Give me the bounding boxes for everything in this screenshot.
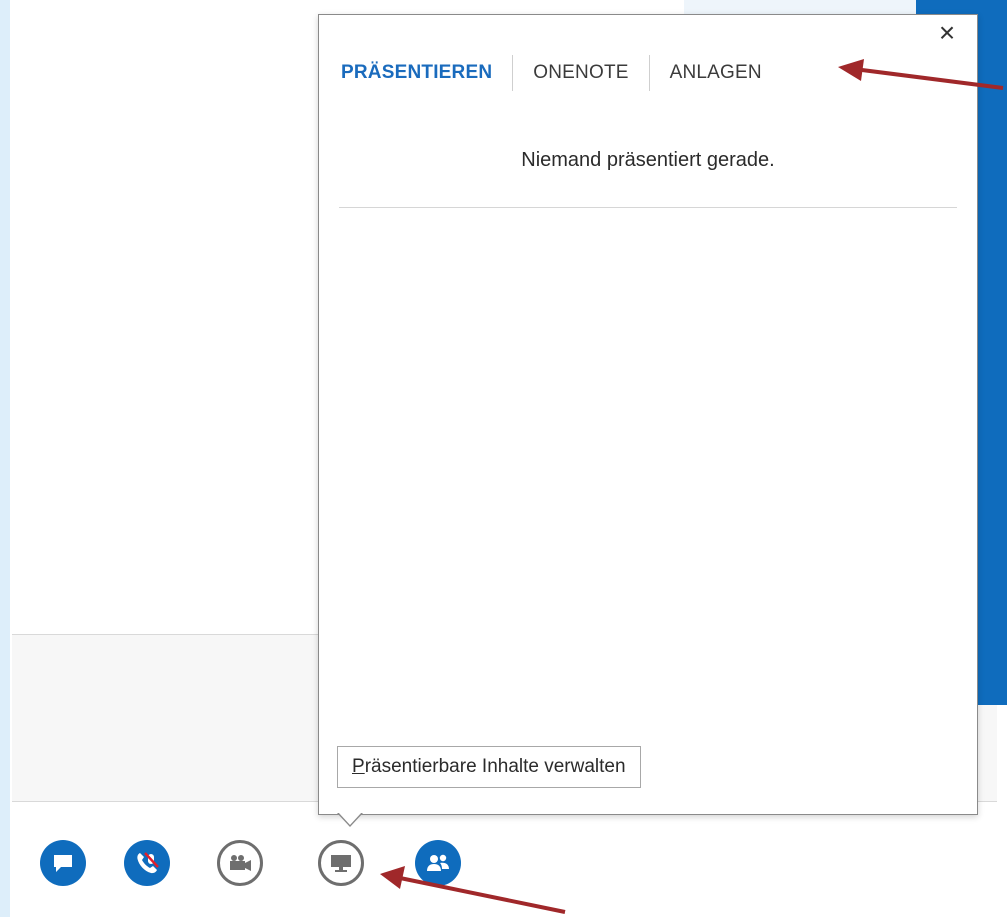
people-icon [427,854,449,871]
manage-content-label: räsentierbare Inhalte verwalten [364,756,626,777]
participants-button[interactable] [415,840,461,886]
status-message: Niemand präsentiert gerade. [521,149,775,171]
video-camera-icon [230,855,251,871]
present-popup: × PRÄSENTIEREN ONENOTE ANLAGEN Niemand p… [318,14,978,815]
close-icon: × [938,17,956,48]
tab-attachments[interactable]: ANLAGEN [650,55,782,91]
close-button[interactable]: × [935,17,959,48]
chat-button[interactable] [40,840,86,886]
video-button[interactable] [217,840,263,886]
manage-content-accesskey: P [352,756,365,777]
speech-bubble-icon [54,855,72,872]
phone-muted-icon [137,852,159,874]
monitor-icon [331,855,351,872]
present-button[interactable] [318,840,364,886]
popup-tabs: PRÄSENTIEREN ONENOTE ANLAGEN [341,55,782,91]
manage-content-button[interactable]: Präsentierbare Inhalte verwalten [337,746,641,788]
audio-button[interactable] [124,840,170,886]
tab-onenote[interactable]: ONENOTE [513,55,648,91]
divider [339,207,957,208]
popup-pointer-fill [338,812,362,825]
tab-present[interactable]: PRÄSENTIEREN [341,55,512,91]
